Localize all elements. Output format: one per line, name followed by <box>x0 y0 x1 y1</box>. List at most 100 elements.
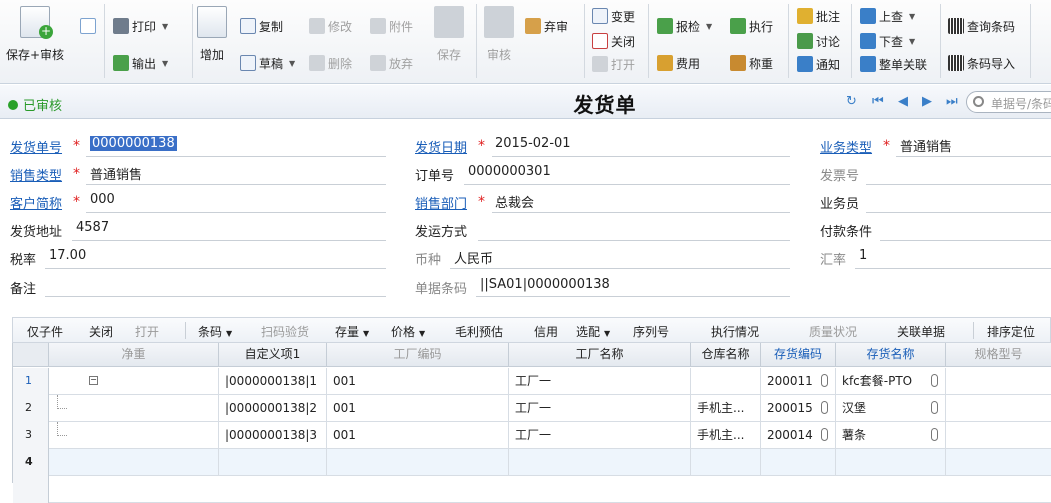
page-title: 发货单 <box>573 93 637 117</box>
column-header[interactable]: 净重 <box>49 343 219 367</box>
column-header[interactable]: 存货名称 <box>836 343 946 367</box>
barcode-field[interactable]: ||SA01|0000000138 <box>480 277 610 292</box>
paperclip-icon[interactable] <box>931 401 938 414</box>
print-button[interactable]: 打印 ▼ <box>113 16 168 36</box>
open-button[interactable]: 打开 <box>592 54 635 74</box>
table-row[interactable]: 1 − |0000000138|1 001 工厂一 200011 kfc套餐-P… <box>13 368 1051 395</box>
row-number-header <box>13 343 49 367</box>
dept-label[interactable]: 销售部门 <box>415 193 467 212</box>
tax-field[interactable]: 17.00 <box>49 248 86 263</box>
biz-type-field[interactable]: 普通销售 <box>900 136 952 155</box>
stock-menu[interactable]: 存量 ▼ <box>335 323 369 340</box>
ship-no-field[interactable]: 0000000138 <box>90 136 177 151</box>
serial-no-button[interactable]: 序列号 <box>633 323 669 340</box>
customer-label[interactable]: 客户简称 <box>10 193 62 212</box>
column-header[interactable]: 仓库名称 <box>691 343 761 367</box>
price-menu[interactable]: 价格 ▼ <box>391 323 425 340</box>
column-header[interactable]: 存货编码 <box>761 343 836 367</box>
quality-status-button[interactable]: 质量状况 <box>809 323 857 340</box>
rate-field[interactable]: 1 <box>859 248 867 263</box>
paperclip-icon[interactable] <box>821 428 828 441</box>
currency-label: 币种 <box>415 253 442 268</box>
barcode-query-button[interactable]: 查询条码 <box>948 16 1015 36</box>
paperclip-icon[interactable] <box>931 428 938 441</box>
prev-record-icon[interactable]: ◀ <box>898 94 908 109</box>
paperclip-icon <box>370 18 386 34</box>
discuss-button[interactable]: 讨论 <box>797 31 840 51</box>
change-button[interactable]: 变更 <box>592 6 635 26</box>
first-record-icon[interactable]: ⏮ <box>872 94 884 109</box>
gross-profit-button[interactable]: 毛利预估 <box>455 323 503 340</box>
save-button[interactable]: 保存 <box>434 6 464 63</box>
copy-button[interactable]: 复制 <box>240 16 283 36</box>
report-check-button[interactable]: 报检 ▼ <box>657 16 712 36</box>
credit-button[interactable]: 信用 <box>534 323 558 340</box>
sort-locate-button[interactable]: 排序定位 <box>987 323 1035 340</box>
refresh-icon[interactable]: ↻ <box>846 94 857 109</box>
column-header[interactable]: 自定义项1 <box>219 343 327 367</box>
ship-method-label: 发运方式 <box>415 225 468 240</box>
currency-field[interactable]: 人民币 <box>454 248 493 267</box>
audit-button[interactable]: 审核 <box>484 6 514 63</box>
order-no-field[interactable]: 0000000301 <box>468 164 551 179</box>
discard-audit-button[interactable]: 弃审 <box>525 16 568 36</box>
paperclip-icon[interactable] <box>821 374 828 387</box>
dept-field[interactable]: 总裁会 <box>495 192 534 211</box>
save-add-icon: + <box>20 6 54 39</box>
customer-field[interactable]: 000 <box>90 192 115 207</box>
link-all-button[interactable]: 整单关联 <box>860 54 927 74</box>
close-button[interactable]: 关闭 <box>592 31 635 51</box>
paperclip-icon[interactable] <box>931 374 938 387</box>
abandon-icon <box>370 55 386 71</box>
barcode-import-button[interactable]: 条码导入 <box>948 53 1015 73</box>
delete-button[interactable]: 删除 <box>309 53 352 73</box>
export-button[interactable]: 输出 ▼ <box>113 53 168 73</box>
column-header[interactable]: 工厂名称 <box>509 343 691 367</box>
add-small-button[interactable] <box>80 16 99 36</box>
close-detail-button[interactable]: 关闭 <box>89 323 113 340</box>
address-field[interactable]: 4587 <box>76 220 109 235</box>
ship-date-label[interactable]: 发货日期 <box>415 137 467 156</box>
exec-status-button[interactable]: 执行情况 <box>711 323 759 340</box>
draft-button[interactable]: 草稿 ▼ <box>240 53 295 73</box>
linked-docs-button[interactable]: 关联单据 <box>897 323 945 340</box>
biz-type-label[interactable]: 业务类型 <box>820 137 872 156</box>
table-row[interactable]: 2 |0000000138|2 001 工厂一 手机主... 200015 汉堡 <box>13 395 1051 422</box>
abandon-button[interactable]: 放弃 <box>370 53 413 73</box>
collapse-icon[interactable]: − <box>89 376 98 385</box>
search-input[interactable]: 单据号/条码 <box>966 91 1051 113</box>
column-header[interactable]: 规格型号 <box>946 343 1051 367</box>
add-button[interactable]: 增加 <box>197 6 227 63</box>
next-record-icon[interactable]: ▶ <box>922 94 932 109</box>
column-header[interactable]: 工厂编码 <box>327 343 509 367</box>
floppy-icon <box>434 6 464 38</box>
option-menu[interactable]: 选配 ▼ <box>576 323 610 340</box>
ship-no-label[interactable]: 发货单号 <box>10 137 62 156</box>
next-query-button[interactable]: 下查 ▼ <box>860 31 915 51</box>
sales-type-field[interactable]: 普通销售 <box>90 164 142 183</box>
ribbon-toolbar: + 保存+审核 打印 ▼ 输出 ▼ 增加 复制 草稿 ▼ 修改 删除 附件 放弃 保存… <box>0 0 1051 84</box>
attach-button[interactable]: 附件 <box>370 16 413 36</box>
paperclip-icon[interactable] <box>821 401 828 414</box>
barcode-menu[interactable]: 条码 ▼ <box>198 323 232 340</box>
scan-check-button[interactable]: 扫码验货 <box>261 323 309 340</box>
prev-query-button[interactable]: 上查 ▼ <box>860 6 915 26</box>
change-icon <box>592 8 608 24</box>
arrow-down-icon <box>860 33 876 49</box>
notify-button[interactable]: 通知 <box>797 54 840 74</box>
annotate-button[interactable]: 批注 <box>797 6 840 26</box>
ship-date-field[interactable]: 2015-02-01 <box>495 136 571 151</box>
execute-button[interactable]: 执行 <box>730 16 773 36</box>
only-child-button[interactable]: 仅子件 <box>27 323 63 340</box>
open-detail-button[interactable]: 打开 <box>135 323 159 340</box>
tax-label: 税率 <box>10 253 37 268</box>
table-row[interactable]: 3 |0000000138|3 001 工厂一 手机主... 200014 薯条 <box>13 422 1051 449</box>
last-record-icon[interactable]: ⏭ <box>946 94 958 109</box>
save-audit-button[interactable]: + 保存+审核 <box>6 6 64 63</box>
cost-button[interactable]: 费用 <box>657 53 700 73</box>
weigh-button[interactable]: 称重 <box>730 53 773 73</box>
sales-type-label[interactable]: 销售类型 <box>10 165 62 184</box>
table-row[interactable]: 4 <box>13 449 1051 476</box>
table-row[interactable] <box>13 476 1051 503</box>
modify-button[interactable]: 修改 <box>309 16 352 36</box>
